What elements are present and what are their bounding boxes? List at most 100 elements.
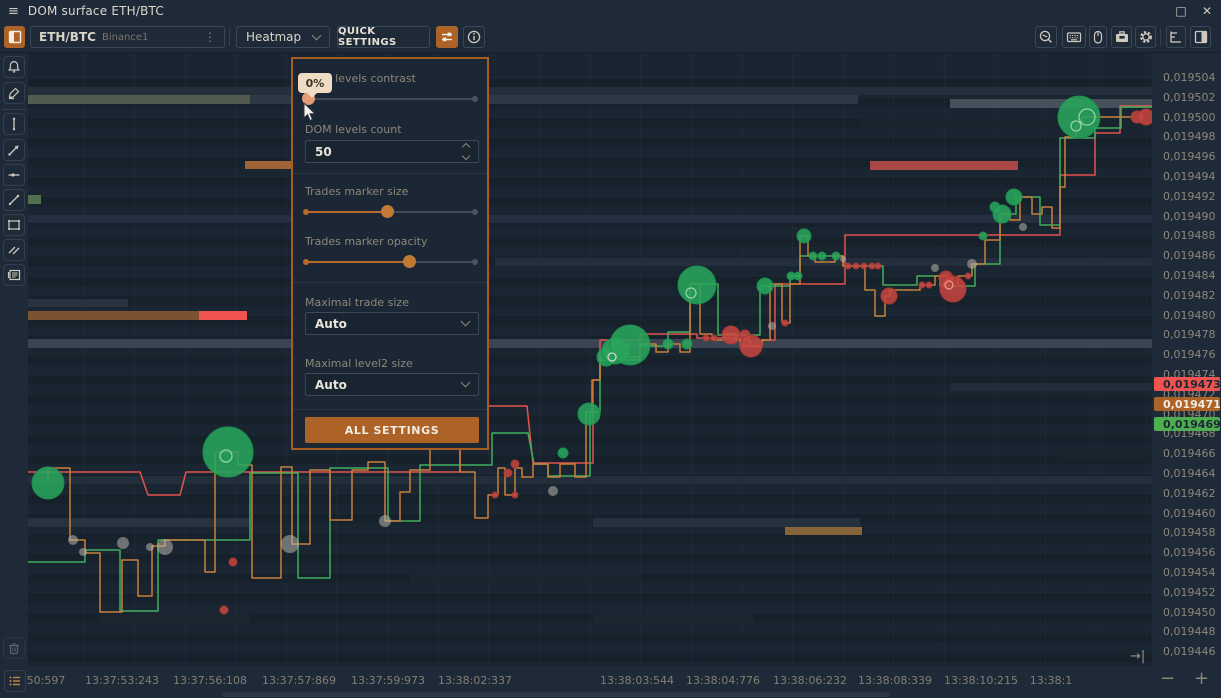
gear-icon xyxy=(1138,29,1154,45)
marker-size-slider-handle[interactable] xyxy=(381,205,394,218)
heatmap-band xyxy=(28,339,1152,348)
delete-drawings-button[interactable] xyxy=(3,637,25,659)
heatmap-band xyxy=(860,119,1152,127)
max-trade-size-select[interactable]: Auto xyxy=(305,312,479,335)
mouse-cursor xyxy=(303,103,317,123)
sell-trade-bubble xyxy=(845,263,851,269)
count-value: 50 xyxy=(315,145,332,159)
keyboard-button[interactable] xyxy=(1062,26,1086,48)
notes-panel-icon xyxy=(6,267,22,283)
heatmap-band xyxy=(28,311,199,320)
trades-list-button[interactable] xyxy=(4,670,26,692)
time-axis-label: 13:38:03:544 xyxy=(600,674,674,687)
sell-trade-bubble xyxy=(1138,109,1152,125)
arrow-tool-button[interactable] xyxy=(3,139,25,161)
time-axis-label: 13:38:06:232 xyxy=(773,674,847,687)
price-axis-label: 0,019466 xyxy=(1163,447,1216,460)
price-axis-label: 0,019490 xyxy=(1163,210,1216,223)
alerts-tool-button[interactable] xyxy=(3,56,25,78)
toolbar-divider xyxy=(1160,29,1161,46)
marker-opacity-slider[interactable] xyxy=(305,261,475,263)
sell-trade-bubble xyxy=(220,606,228,614)
instrument-selector[interactable]: ETH/BTC Binance1 ⋮ xyxy=(30,26,225,48)
heatmap-band xyxy=(28,95,250,104)
right-panel-toggle-button[interactable] xyxy=(1190,26,1211,48)
neutral-trade-bubble xyxy=(768,322,776,330)
max-level2-size-select[interactable]: Auto xyxy=(305,373,479,396)
settings-button[interactable] xyxy=(1135,26,1156,48)
parallel-lines-tool-button[interactable] xyxy=(3,239,25,261)
count-input[interactable]: 50 xyxy=(305,140,479,163)
popup-divider xyxy=(293,173,487,174)
info-button[interactable] xyxy=(463,26,485,48)
left-panel-toggle-button[interactable] xyxy=(4,26,25,48)
buy-trade-bubble xyxy=(832,252,840,260)
slider-end-dot xyxy=(472,96,478,102)
price-axis[interactable]: 0,0195040,0195020,0195000,0194980,019496… xyxy=(1152,53,1221,666)
parallel-lines-icon xyxy=(6,242,22,258)
marker-size-slider[interactable] xyxy=(305,211,475,213)
spinner-up-icon[interactable] xyxy=(462,143,470,151)
sell-trade-bubble xyxy=(861,263,867,269)
marker-opacity-label: Trades marker opacity xyxy=(305,235,427,248)
price-axis-label: 0,019494 xyxy=(1163,170,1216,183)
dom-heatmap-chart[interactable]: →| xyxy=(28,53,1152,666)
vertical-line-tool-button[interactable] xyxy=(3,113,25,135)
contrast-slider[interactable] xyxy=(305,98,475,100)
time-axis-label: 13:38:08:339 xyxy=(858,674,932,687)
buy-trade-bubble xyxy=(1006,189,1022,205)
mouse-icon xyxy=(1090,29,1106,45)
neutral-trade-bubble xyxy=(379,515,391,527)
maximize-button[interactable]: □ xyxy=(1173,3,1189,19)
horizontal-scrollbar[interactable] xyxy=(222,692,890,697)
time-axis-label: 13:38:02:337 xyxy=(438,674,512,687)
time-axis-label: 13:37:53:243 xyxy=(85,674,159,687)
zoom-in-button[interactable]: + xyxy=(1194,668,1209,689)
neutral-trade-bubble xyxy=(548,486,558,496)
sliders-icon xyxy=(439,29,455,45)
depth-scale-button[interactable] xyxy=(1166,26,1186,48)
price-axis-label: 0,019452 xyxy=(1163,586,1216,599)
trash-icon xyxy=(6,640,22,656)
heatmap-band xyxy=(100,614,250,623)
vertical-line-icon xyxy=(6,116,22,132)
rectangle-tool-button[interactable] xyxy=(3,214,25,236)
horizontal-ray-tool-button[interactable] xyxy=(3,164,25,186)
all-settings-button[interactable]: ALL SETTINGS xyxy=(305,417,479,443)
drawing-tool-button[interactable] xyxy=(3,82,25,104)
sell-trade-bubble xyxy=(965,273,971,279)
quick-settings-button[interactable]: QUICK SETTINGS xyxy=(337,26,430,48)
sell-trade-bubble xyxy=(703,335,709,341)
count-spinner[interactable] xyxy=(463,144,469,159)
line-segment-tool-button[interactable] xyxy=(3,189,25,211)
go-to-realtime-icon[interactable]: →| xyxy=(1130,649,1145,664)
notes-panel-tool-button[interactable] xyxy=(3,264,25,286)
price-axis-label: 0,019502 xyxy=(1163,91,1216,104)
zoom-out-button[interactable]: − xyxy=(1160,668,1175,689)
info-icon xyxy=(466,29,482,45)
portfolio-button[interactable] xyxy=(1111,26,1132,48)
price-axis-label: 0,019446 xyxy=(1163,645,1216,658)
neutral-trade-bubble xyxy=(157,539,173,555)
time-axis-label: 13:38:10:215 xyxy=(944,674,1018,687)
rectangle-icon xyxy=(6,217,22,233)
price-axis-label: 0,019484 xyxy=(1163,269,1216,282)
price-axis-label: 0,019458 xyxy=(1163,526,1216,539)
quick-settings-sliders-button[interactable] xyxy=(436,26,458,48)
close-button[interactable]: ✕ xyxy=(1199,3,1215,19)
magnifier-button[interactable] xyxy=(1035,26,1057,48)
neutral-trade-bubble xyxy=(68,535,78,545)
sell-trade-bubble xyxy=(853,263,859,269)
heatmap-band xyxy=(785,527,862,535)
spinner-down-icon[interactable] xyxy=(462,152,470,160)
price-axis-label: 0,019496 xyxy=(1163,150,1216,163)
heatmap-band xyxy=(410,574,640,583)
chevron-down-icon xyxy=(312,30,322,40)
chart-type-select[interactable]: Heatmap xyxy=(236,26,330,48)
mouse-button[interactable] xyxy=(1089,26,1107,48)
marker-opacity-slider-handle[interactable] xyxy=(403,255,416,268)
menu-icon[interactable]: ≡ xyxy=(8,4,19,19)
price-axis-label: 0,019492 xyxy=(1163,190,1216,203)
instrument-menu-dots-icon[interactable]: ⋮ xyxy=(204,30,216,44)
price-axis-label: 0,019482 xyxy=(1163,289,1216,302)
